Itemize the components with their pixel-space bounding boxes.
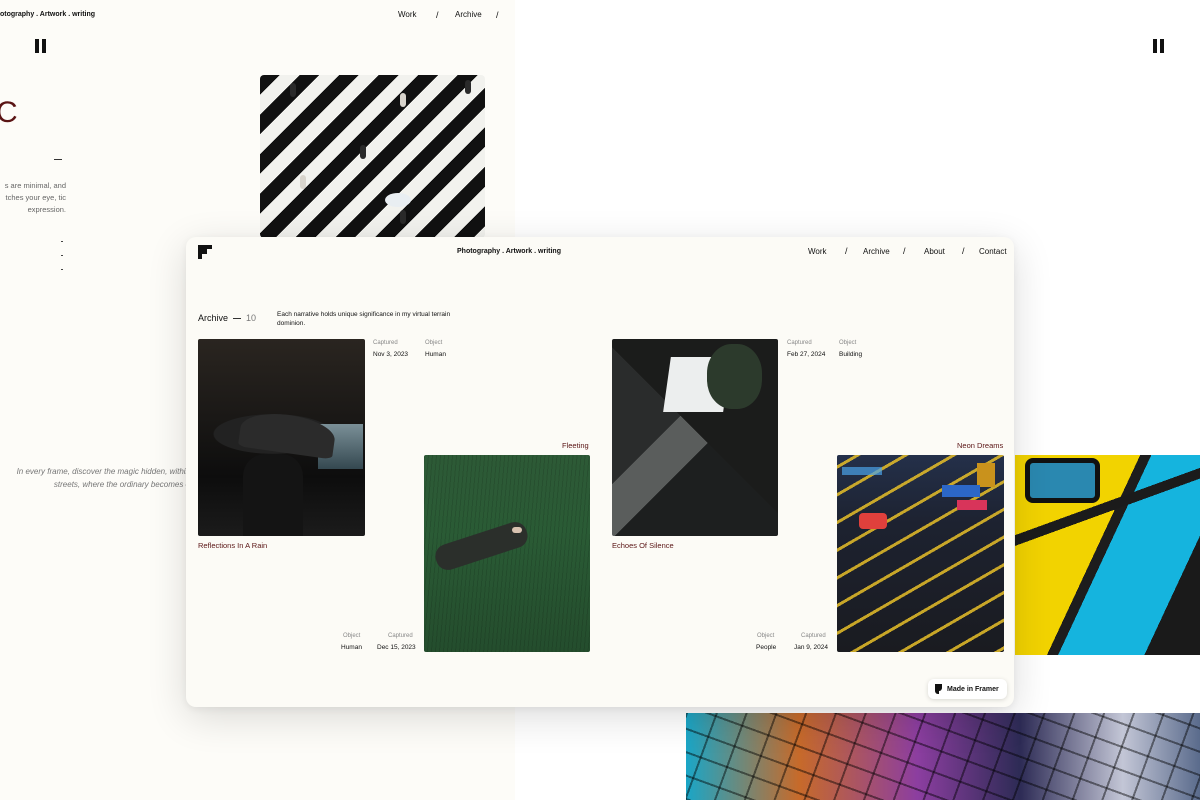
item-title[interactable]: Reflections In A Rain bbox=[198, 541, 267, 550]
object-value: Building bbox=[839, 351, 863, 358]
object-value: Human bbox=[341, 644, 362, 651]
photo-detail-car bbox=[859, 513, 887, 529]
photo-fleeting[interactable] bbox=[424, 455, 590, 652]
object-label: Object bbox=[343, 633, 361, 639]
mirror-shape bbox=[1025, 458, 1100, 503]
photo-detail-sign bbox=[977, 463, 995, 487]
object-value: People bbox=[756, 644, 777, 651]
item-title[interactable]: Neon Dreams bbox=[957, 441, 1003, 450]
captured-label: Captured bbox=[388, 633, 413, 639]
archive-count: 10 bbox=[246, 313, 257, 323]
nav-separator: / bbox=[903, 246, 906, 256]
item-title[interactable]: Echoes Of Silence bbox=[612, 541, 674, 550]
captured-date: Nov 3, 2023 bbox=[373, 351, 409, 358]
pause-icon[interactable] bbox=[35, 39, 47, 53]
photo-umbrella bbox=[385, 193, 411, 207]
object-value: Human bbox=[425, 351, 446, 358]
bg-tick bbox=[61, 269, 63, 270]
captured-label: Captured bbox=[787, 340, 812, 346]
photo-person bbox=[290, 83, 296, 97]
nav-separator: / bbox=[845, 246, 848, 256]
photo-detail-hand bbox=[512, 527, 522, 533]
framer-badge-label: Made in Framer bbox=[947, 685, 999, 693]
made-in-framer-badge[interactable]: Made in Framer bbox=[928, 679, 1007, 699]
bg-description: s are minimal, and tches your eye, tic e… bbox=[4, 181, 66, 214]
captured-date: Jan 9, 2024 bbox=[794, 644, 828, 651]
bg-quote-line-2: streets, where the ordinary becomes e bbox=[53, 480, 190, 489]
photo-person bbox=[465, 80, 471, 94]
framer-icon-part bbox=[935, 690, 939, 694]
photo-person bbox=[360, 145, 366, 159]
photo-echoes-of-silence[interactable] bbox=[612, 339, 778, 536]
photo-detail-sign bbox=[942, 485, 980, 497]
photo-detail-light bbox=[842, 467, 882, 475]
bg-nav-sep-1: / bbox=[436, 10, 439, 20]
captured-label: Captured bbox=[373, 340, 398, 346]
bg-nav-work[interactable]: Work bbox=[398, 10, 417, 19]
nav-contact[interactable]: Contact bbox=[979, 247, 1007, 256]
crosswalk-photo bbox=[260, 75, 485, 238]
photo-person bbox=[300, 175, 306, 189]
framer-icon bbox=[935, 684, 942, 694]
captured-label: Captured bbox=[801, 633, 826, 639]
archive-divider bbox=[233, 318, 241, 319]
photo-person bbox=[400, 210, 406, 224]
logo-icon[interactable] bbox=[198, 245, 212, 259]
photo-neon-dreams[interactable] bbox=[837, 455, 1004, 652]
bg-nav-archive[interactable]: Archive bbox=[455, 10, 482, 19]
photo-detail-umbrella bbox=[237, 408, 338, 460]
captured-date: Feb 27, 2024 bbox=[787, 351, 826, 358]
captured-date: Dec 15, 2023 bbox=[377, 644, 416, 651]
photo-person bbox=[400, 93, 406, 107]
bg-nav-sep-2: / bbox=[496, 10, 499, 20]
photo-detail-sign bbox=[957, 500, 987, 510]
photo-detail-tree bbox=[707, 344, 762, 409]
object-label: Object bbox=[839, 340, 857, 346]
nav-about[interactable]: About bbox=[924, 247, 945, 256]
archive-title: Archive bbox=[198, 313, 229, 323]
object-label: Object bbox=[425, 340, 443, 346]
bg-quote: In every frame, discover the magic hidde… bbox=[0, 465, 190, 491]
bg-tick bbox=[61, 255, 63, 256]
archive-description: Each narrative holds unique significance… bbox=[277, 311, 451, 327]
nav-separator: / bbox=[962, 246, 965, 256]
wet-street-photo bbox=[686, 713, 1200, 800]
bg-hero-letter: C bbox=[0, 96, 18, 129]
item-title[interactable]: Fleeting bbox=[562, 441, 589, 450]
logo-icon-square bbox=[202, 249, 207, 254]
nav-archive[interactable]: Archive bbox=[863, 247, 890, 256]
object-label: Object bbox=[757, 633, 775, 639]
pause-icon[interactable] bbox=[1153, 39, 1165, 53]
bg-quote-line-1: In every frame, discover the magic hidde… bbox=[16, 467, 190, 476]
bg-tick bbox=[61, 241, 63, 242]
photo-detail-figure bbox=[243, 454, 303, 536]
bg-divider bbox=[54, 159, 62, 160]
archive-page-card: Photography . Artwork . writing Work / A… bbox=[186, 237, 1014, 707]
bg-brand: otography . Artwork . writing bbox=[0, 11, 96, 18]
site-brand: Photography . Artwork . writing bbox=[457, 248, 561, 255]
photo-reflections-in-a-rain[interactable] bbox=[198, 339, 365, 536]
nav-work[interactable]: Work bbox=[808, 247, 827, 256]
